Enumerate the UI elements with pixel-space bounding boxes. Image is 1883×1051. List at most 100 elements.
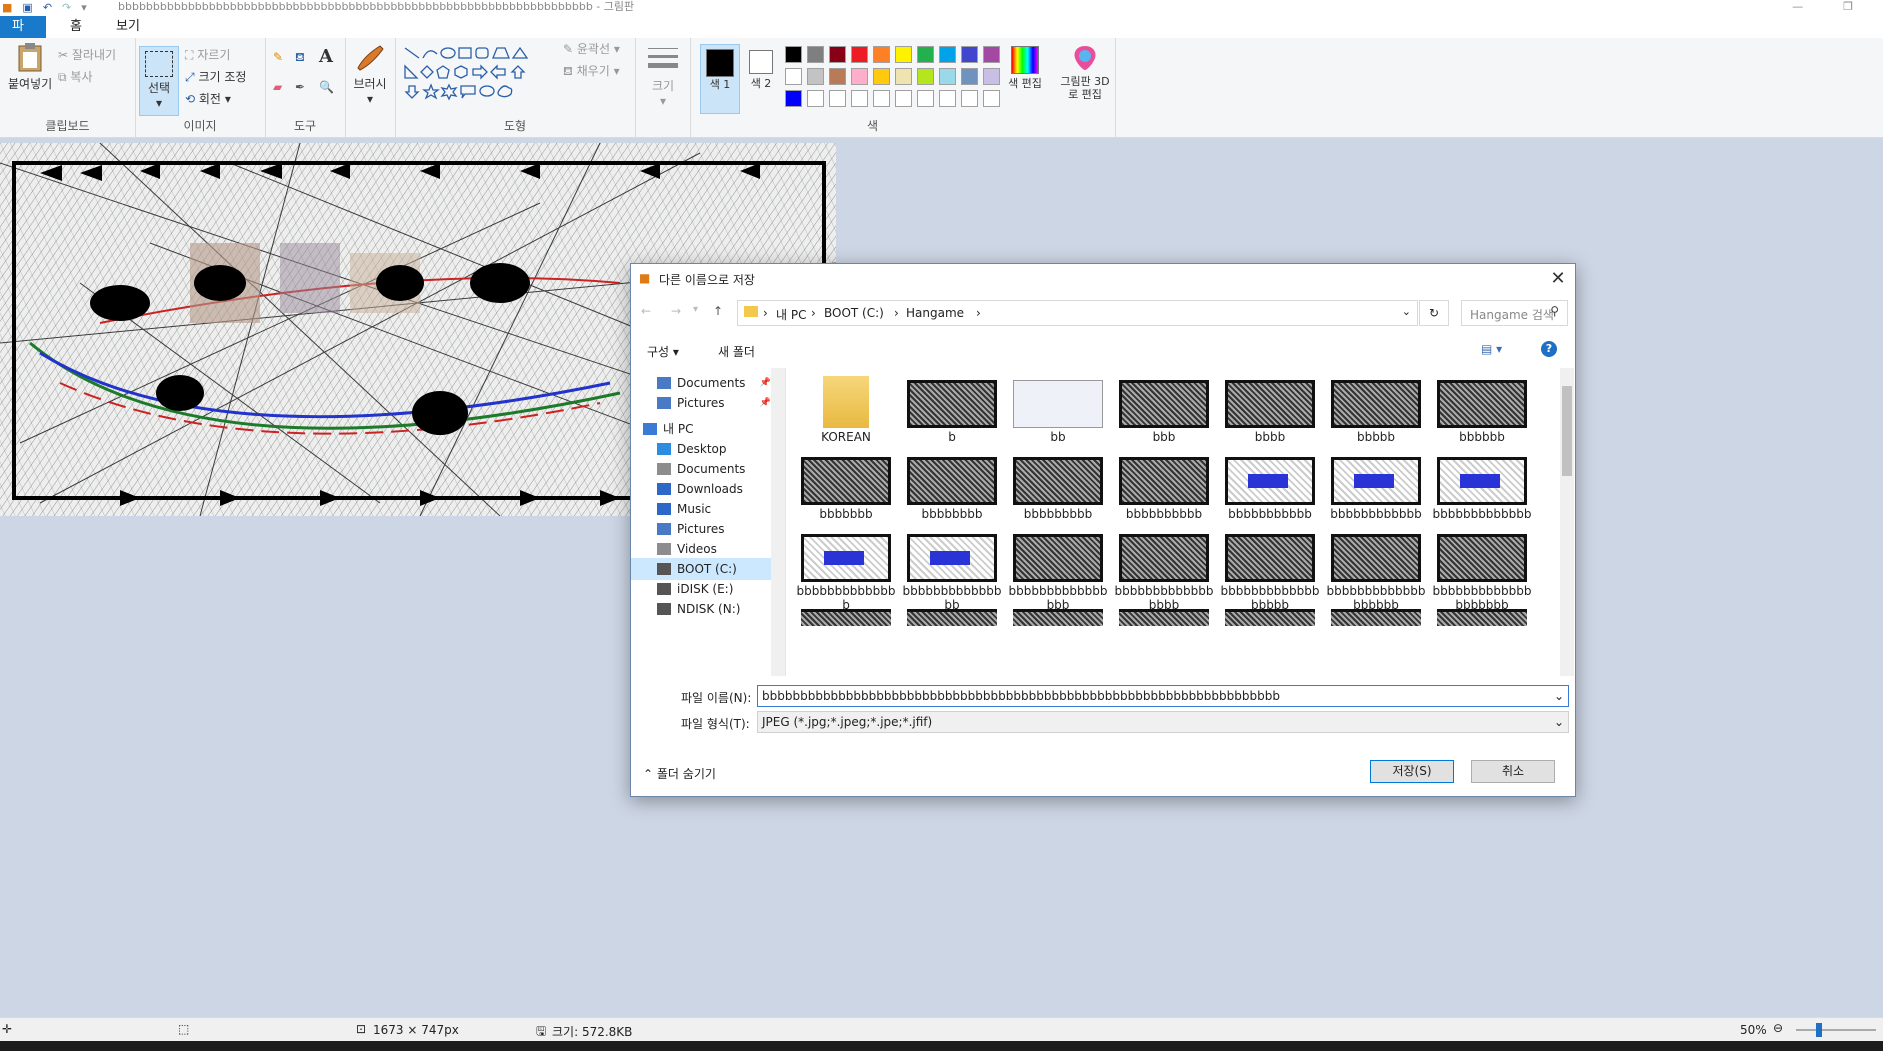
view-options-icon[interactable]: ▤ ▾	[1481, 342, 1502, 356]
new-folder-button[interactable]: 새 폴더	[718, 343, 755, 360]
file-item-partial[interactable]	[1119, 609, 1209, 626]
palette-swatch[interactable]	[785, 46, 802, 63]
file-item[interactable]: bbbbbbb	[795, 453, 897, 529]
file-item-partial[interactable]	[1013, 609, 1103, 626]
file-item-partial[interactable]	[1225, 609, 1315, 626]
palette-swatch[interactable]	[983, 46, 1000, 63]
resize-button[interactable]: ⤢ 크기 조정	[185, 68, 246, 85]
customize-dropdown-icon[interactable]: ▾	[81, 1, 87, 14]
restore-icon[interactable]: ❐	[1843, 0, 1853, 13]
nav-item[interactable]: 내 PC	[631, 418, 771, 440]
chevron-down-icon[interactable]: ⌄	[1402, 305, 1411, 318]
help-icon[interactable]: ?	[1541, 341, 1557, 357]
file-item[interactable]: bbbbbbbb	[901, 453, 1003, 529]
tab-view[interactable]: 보기	[104, 16, 152, 38]
color1-button[interactable]: 색 1	[700, 44, 740, 114]
file-item[interactable]: bbbbbbbbbbbbbbbb	[1007, 530, 1109, 612]
breadcrumb-my-pc[interactable]: 내 PC	[776, 306, 806, 323]
organize-button[interactable]: 구성 ▾	[647, 343, 679, 360]
folder-item[interactable]: KOREAN	[795, 376, 897, 452]
palette-swatch[interactable]	[895, 90, 912, 107]
select-button[interactable]: 선택 ▾	[139, 46, 179, 116]
file-item[interactable]: bbb	[1113, 376, 1215, 452]
palette-swatch[interactable]	[829, 46, 846, 63]
edit-with-paint3d-button[interactable]: 그림판 3D로 편집	[1057, 44, 1113, 101]
palette-swatch[interactable]	[829, 68, 846, 85]
chevron-down-icon[interactable]: ▾	[693, 304, 698, 315]
chevron-down-icon[interactable]: ⌄	[1554, 712, 1564, 732]
nav-item[interactable]: Music	[631, 498, 771, 520]
file-item-partial[interactable]	[801, 609, 891, 626]
nav-item[interactable]: BOOT (C:)	[631, 558, 771, 580]
nav-item[interactable]: Desktop	[631, 438, 771, 460]
back-arrow-icon[interactable]: ←	[641, 304, 651, 318]
palette-swatch[interactable]	[895, 68, 912, 85]
outline-button[interactable]: ✎ 윤곽선 ▾	[563, 40, 620, 57]
text-icon[interactable]: A	[319, 46, 333, 67]
file-item[interactable]: bbbbbbbbbbbbbbbbb	[1113, 530, 1215, 612]
size-button[interactable]: 크기 ▾	[645, 46, 681, 108]
filename-input[interactable]: bbbbbbbbbbbbbbbbbbbbbbbbbbbbbbbbbbbbbbbb…	[757, 685, 1569, 707]
palette-swatch[interactable]	[851, 46, 868, 63]
file-item[interactable]: bbbbbbbbbbb	[1219, 453, 1321, 529]
pencil-icon[interactable]: ✎	[273, 50, 283, 64]
palette-swatch[interactable]	[939, 68, 956, 85]
fill-bucket-icon[interactable]: ⛾	[295, 50, 305, 66]
copy-button[interactable]: ⧉ 복사	[58, 68, 93, 85]
file-item-partial[interactable]	[1331, 609, 1421, 626]
file-item[interactable]: bbbbbbbbbb	[1113, 453, 1215, 529]
palette-swatch[interactable]	[961, 90, 978, 107]
cancel-button[interactable]: 취소	[1471, 760, 1555, 783]
file-item[interactable]: bbbbbbbbbbbb	[1325, 453, 1427, 529]
palette-swatch[interactable]	[917, 90, 934, 107]
tab-home[interactable]: 홈	[58, 16, 94, 38]
color2-button[interactable]: 색 2	[744, 44, 778, 90]
zoom-slider[interactable]	[1796, 1023, 1876, 1037]
shapes-gallery[interactable]	[403, 44, 553, 108]
file-item[interactable]: b	[901, 376, 1003, 452]
color-picker-icon[interactable]: ✒	[295, 80, 305, 94]
search-box[interactable]: Hangame 검색 ⚲	[1461, 300, 1568, 326]
zoom-out-icon[interactable]: ⊖	[1773, 1021, 1783, 1035]
nav-item[interactable]: Downloads	[631, 478, 771, 500]
zoom-slider-thumb[interactable]	[1816, 1023, 1822, 1037]
palette-swatch[interactable]	[873, 90, 890, 107]
palette-swatch[interactable]	[829, 90, 846, 107]
nav-item[interactable]: Videos	[631, 538, 771, 560]
breadcrumb-boot-drive[interactable]: BOOT (C:)	[824, 306, 884, 320]
file-item-partial[interactable]	[907, 609, 997, 626]
file-item-partial[interactable]	[1437, 609, 1527, 626]
palette-swatch[interactable]	[873, 68, 890, 85]
palette-swatch[interactable]	[807, 46, 824, 63]
palette-swatch[interactable]	[785, 68, 802, 85]
nav-item[interactable]: NDISK (N:)	[631, 598, 771, 620]
refresh-icon[interactable]: ↻	[1419, 300, 1449, 326]
address-bar[interactable]: › 내 PC › BOOT (C:) › Hangame › ⌄	[737, 300, 1418, 326]
file-item[interactable]: bb	[1007, 376, 1109, 452]
palette-swatch[interactable]	[961, 68, 978, 85]
close-icon[interactable]: ✕	[1545, 266, 1571, 292]
fill-button[interactable]: ⛾ 채우기 ▾	[563, 62, 620, 80]
save-icon[interactable]: ▣	[22, 1, 32, 14]
save-button[interactable]: 저장(S)	[1370, 760, 1454, 783]
scrollbar-thumb[interactable]	[1562, 386, 1572, 476]
palette-swatch[interactable]	[807, 90, 824, 107]
undo-icon[interactable]: ↶	[43, 1, 52, 14]
palette-swatch[interactable]	[851, 90, 868, 107]
hide-folders-button[interactable]: ⌃ 폴더 숨기기	[643, 765, 716, 782]
nav-item[interactable]: Documents 📌	[631, 372, 771, 394]
palette-swatch[interactable]	[917, 46, 934, 63]
breadcrumb-hangame[interactable]: Hangame	[906, 306, 964, 320]
file-item[interactable]: bbbbbbbbbbbbbbbbbbbb	[1431, 530, 1533, 612]
file-item[interactable]: bbbbbbbbbbbbbb	[795, 530, 897, 612]
forward-arrow-icon[interactable]: →	[671, 304, 681, 318]
palette-swatch[interactable]	[939, 90, 956, 107]
palette-swatch[interactable]	[873, 46, 890, 63]
palette-swatch[interactable]	[983, 90, 1000, 107]
nav-item[interactable]: Documents	[631, 458, 771, 480]
cut-button[interactable]: ✂ 잘라내기	[58, 46, 116, 63]
file-item[interactable]: bbbbbbbbbbbbbbb	[901, 530, 1003, 612]
eraser-icon[interactable]: ▰	[273, 80, 282, 94]
paste-button[interactable]: 붙여넣기	[8, 42, 52, 92]
tab-file[interactable]: 파일	[0, 16, 46, 56]
